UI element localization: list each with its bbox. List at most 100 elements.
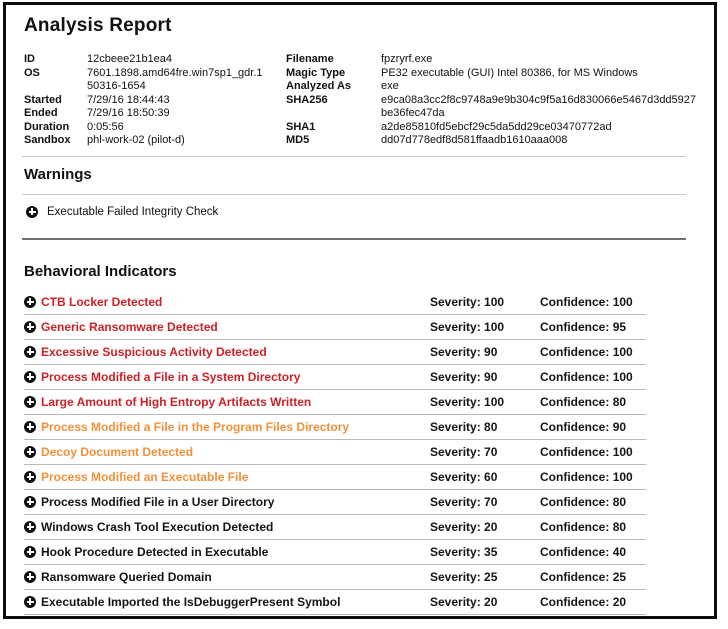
behavioral-indicator-row[interactable]: Hook Procedure Detected in Executable Se… xyxy=(24,540,646,565)
metadata-row: Magic Type PE32 executable (GUI) Intel 8… xyxy=(286,67,698,81)
expand-plus-icon[interactable] xyxy=(24,371,36,383)
severity-label: Severity: xyxy=(430,470,481,484)
confidence-value: 90 xyxy=(613,420,626,434)
behavioral-indicator-row[interactable]: Process Modified a File in a System Dire… xyxy=(24,365,646,390)
behavioral-indicator-row[interactable]: Windows Crash Tool Execution Detected Se… xyxy=(24,515,646,540)
confidence-cell: Confidence: 80 xyxy=(540,395,646,409)
confidence-label: Confidence: xyxy=(540,395,609,409)
expand-plus-icon[interactable] xyxy=(24,571,36,583)
metadata-label: Started xyxy=(24,94,87,108)
indicator-title-group[interactable]: Hook Procedure Detected in Executable xyxy=(24,545,430,559)
expand-plus-icon[interactable] xyxy=(24,596,36,608)
indicator-title-group[interactable]: Process Modified File in a User Director… xyxy=(24,495,430,509)
severity-cell: Severity: 70 xyxy=(430,445,540,459)
expand-plus-icon[interactable] xyxy=(24,521,36,533)
severity-label: Severity: xyxy=(430,445,481,459)
confidence-cell: Confidence: 80 xyxy=(540,520,646,534)
confidence-label: Confidence: xyxy=(540,320,609,334)
behavioral-indicators-list: CTB Locker Detected Severity: 100 Confid… xyxy=(24,290,698,615)
indicator-title-group[interactable]: Process Modified a File in the Program F… xyxy=(24,420,430,434)
confidence-label: Confidence: xyxy=(540,545,609,559)
expand-plus-icon[interactable] xyxy=(24,471,36,483)
metadata-label: Ended xyxy=(24,107,87,121)
metadata-value: PE32 executable (GUI) Intel 80386, for M… xyxy=(381,67,698,81)
behavioral-indicator-row[interactable]: CTB Locker Detected Severity: 100 Confid… xyxy=(24,290,646,315)
expand-plus-icon[interactable] xyxy=(24,396,36,408)
confidence-label: Confidence: xyxy=(540,370,609,384)
severity-cell: Severity: 80 xyxy=(430,420,540,434)
indicator-title: Ransomware Queried Domain xyxy=(41,570,212,584)
confidence-value: 20 xyxy=(613,595,626,609)
indicator-title-group[interactable]: Executable Imported the IsDebuggerPresen… xyxy=(24,595,430,609)
behavioral-indicator-row[interactable]: Process Modified File in a User Director… xyxy=(24,490,646,515)
expand-plus-icon[interactable] xyxy=(24,346,36,358)
confidence-value: 100 xyxy=(613,445,633,459)
severity-cell: Severity: 70 xyxy=(430,495,540,509)
severity-label: Severity: xyxy=(430,570,481,584)
metadata-row: Sandbox phl-work-02 (pilot-d) xyxy=(24,134,286,148)
indicator-title-group[interactable]: Large Amount of High Entropy Artifacts W… xyxy=(24,395,430,409)
indicator-title-group[interactable]: Process Modified an Executable File xyxy=(24,470,430,484)
severity-cell: Severity: 90 xyxy=(430,370,540,384)
confidence-label: Confidence: xyxy=(540,520,609,534)
expand-plus-icon[interactable] xyxy=(24,546,36,558)
metadata-value: 7601.1898.amd64fre.win7sp1_gdr.150316-16… xyxy=(87,67,265,94)
behavioral-indicator-row[interactable]: Ransomware Queried Domain Severity: 25 C… xyxy=(24,565,646,590)
confidence-value: 100 xyxy=(613,470,633,484)
behavioral-indicator-row[interactable]: Decoy Document Detected Severity: 70 Con… xyxy=(24,440,646,465)
behavioral-indicator-row[interactable]: Large Amount of High Entropy Artifacts W… xyxy=(24,390,646,415)
metadata-left-column: ID 12cbeee21b1ea4 OS 7601.1898.amd64fre.… xyxy=(24,53,286,148)
behavioral-indicator-row[interactable]: Process Modified an Executable File Seve… xyxy=(24,465,646,490)
indicator-title-group[interactable]: Process Modified a File in a System Dire… xyxy=(24,370,430,384)
severity-value: 20 xyxy=(484,595,497,609)
warnings-list: Executable Failed Integrity Check xyxy=(22,195,698,229)
confidence-value: 100 xyxy=(613,345,633,359)
metadata-row: SHA1 a2de85810fd5ebcf29c5da5dd29ce034707… xyxy=(286,121,698,135)
indicator-title-group[interactable]: CTB Locker Detected xyxy=(24,295,430,309)
severity-value: 60 xyxy=(484,470,497,484)
indicator-title-group[interactable]: Generic Ransomware Detected xyxy=(24,320,430,334)
behavioral-indicator-row[interactable]: Process Modified a File in the Program F… xyxy=(24,415,646,440)
confidence-label: Confidence: xyxy=(540,420,609,434)
behavioral-indicator-row[interactable]: Excessive Suspicious Activity Detected S… xyxy=(24,340,646,365)
severity-value: 90 xyxy=(484,345,497,359)
confidence-cell: Confidence: 100 xyxy=(540,345,646,359)
severity-cell: Severity: 20 xyxy=(430,595,540,609)
indicator-title: Process Modified File in a User Director… xyxy=(41,495,274,509)
metadata-label: Filename xyxy=(286,53,381,67)
metadata-value: 12cbeee21b1ea4 xyxy=(87,53,265,67)
metadata-row: MD5 dd07d778edf8d581ffaadb1610aaa008 xyxy=(286,134,698,148)
metadata-label: Analyzed As xyxy=(286,80,381,94)
expand-plus-icon[interactable] xyxy=(24,496,36,508)
metadata-value: dd07d778edf8d581ffaadb1610aaa008 xyxy=(381,134,698,148)
confidence-cell: Confidence: 20 xyxy=(540,595,646,609)
metadata-row: Started 7/29/16 18:44:43 xyxy=(24,94,286,108)
metadata-row: Filename fpzryrf.exe xyxy=(286,53,698,67)
metadata-value: a2de85810fd5ebcf29c5da5dd29ce03470772ad xyxy=(381,121,698,135)
warning-label: Executable Failed Integrity Check xyxy=(47,206,218,218)
severity-cell: Severity: 35 xyxy=(430,545,540,559)
severity-label: Severity: xyxy=(430,595,481,609)
indicator-title: Process Modified a File in a System Dire… xyxy=(41,370,300,384)
behavioral-indicator-row[interactable]: Generic Ransomware Detected Severity: 10… xyxy=(24,315,646,340)
indicator-title: Large Amount of High Entropy Artifacts W… xyxy=(41,395,311,409)
expand-plus-icon[interactable] xyxy=(24,446,36,458)
severity-label: Severity: xyxy=(430,395,481,409)
analysis-report-page: Analysis Report ID 12cbeee21b1ea4 OS 760… xyxy=(3,2,717,619)
indicator-title-group[interactable]: Decoy Document Detected xyxy=(24,445,430,459)
expand-plus-icon[interactable] xyxy=(26,206,38,218)
indicator-title-group[interactable]: Excessive Suspicious Activity Detected xyxy=(24,345,430,359)
indicator-title-group[interactable]: Ransomware Queried Domain xyxy=(24,570,430,584)
warning-item[interactable]: Executable Failed Integrity Check xyxy=(26,195,698,229)
expand-plus-icon[interactable] xyxy=(24,296,36,308)
behavioral-indicator-row[interactable]: Executable Imported the IsDebuggerPresen… xyxy=(24,590,646,615)
expand-plus-icon[interactable] xyxy=(24,321,36,333)
expand-plus-icon[interactable] xyxy=(24,421,36,433)
metadata-label: ID xyxy=(24,53,87,67)
metadata-value: exe xyxy=(381,80,698,94)
metadata-label: Magic Type xyxy=(286,67,381,81)
severity-cell: Severity: 60 xyxy=(430,470,540,484)
severity-value: 100 xyxy=(484,320,504,334)
indicator-title-group[interactable]: Windows Crash Tool Execution Detected xyxy=(24,520,430,534)
confidence-label: Confidence: xyxy=(540,595,609,609)
